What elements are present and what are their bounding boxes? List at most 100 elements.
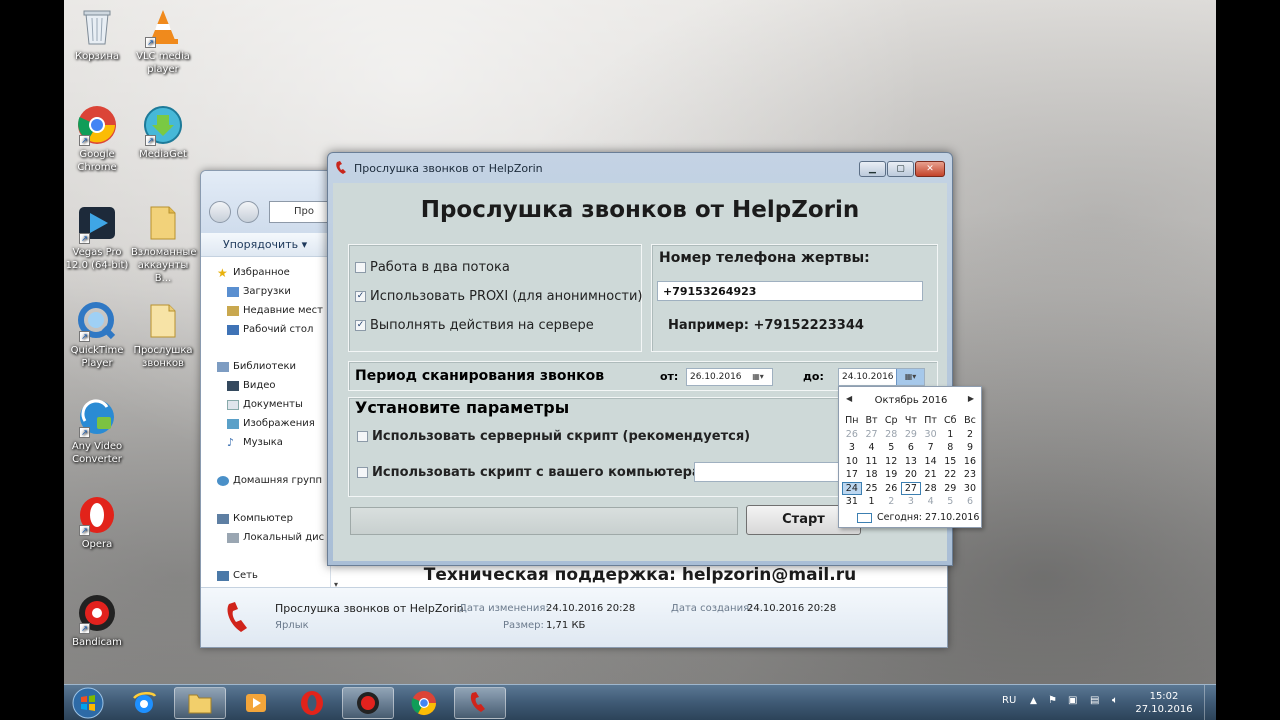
taskbar-explorer[interactable] <box>174 687 226 719</box>
calendar-day[interactable]: 19 <box>881 468 901 482</box>
taskbar-bandicam[interactable] <box>342 687 394 719</box>
maximize-button[interactable]: ▢ <box>887 161 914 177</box>
calendar-day[interactable]: 4 <box>921 495 941 509</box>
start-orb-button[interactable] <box>66 687 110 719</box>
period-to-datepicker[interactable]: 24.10.2016 ▦▾ <box>838 368 925 386</box>
calendar-day[interactable]: 6 <box>901 441 921 455</box>
sidebar-item-computer[interactable]: Компьютер <box>217 513 293 524</box>
calendar-day[interactable]: 15 <box>940 455 960 469</box>
calendar-day[interactable]: 3 <box>901 495 921 509</box>
two-threads-checkbox[interactable]: Работа в два потока <box>355 260 510 275</box>
calendar-day[interactable]: 1 <box>862 495 882 509</box>
sidebar-item-desktop[interactable]: Рабочий стол <box>227 324 313 335</box>
calendar-day[interactable]: 5 <box>940 495 960 509</box>
calendar-day[interactable]: 22 <box>940 468 960 482</box>
desktop-icon-mediaget[interactable]: ↗ MediaGet <box>131 104 195 161</box>
calendar-day[interactable]: 18 <box>862 468 882 482</box>
calendar-day[interactable]: 17 <box>842 468 862 482</box>
sidebar-item-images[interactable]: Изображения <box>227 418 315 429</box>
desktop-icon-chrome[interactable]: ↗ Google Chrome <box>65 104 129 174</box>
desktop-icon-recycle-bin[interactable]: Корзина <box>65 6 129 63</box>
calendar-day[interactable]: 26 <box>842 428 862 442</box>
sidebar-item-downloads[interactable]: Загрузки <box>227 286 291 297</box>
calendar-day[interactable]: 7 <box>921 441 941 455</box>
calendar-day[interactable]: 3 <box>842 441 862 455</box>
sidebar-item-favorites[interactable]: ★ Избранное <box>217 267 290 279</box>
desktop-icon-folder-wiretap[interactable]: Прослушка звонков <box>131 300 195 370</box>
calendar-day[interactable]: 30 <box>960 482 980 496</box>
close-button[interactable]: ✕ <box>915 161 945 177</box>
calendar-day[interactable]: 1 <box>940 428 960 442</box>
desktop-icon-anyvideo[interactable]: ↗ Any Video Converter <box>65 396 129 466</box>
local-script-checkbox[interactable]: Использовать скрипт с вашего компьютера <box>357 465 701 480</box>
calendar-day[interactable]: 16 <box>960 455 980 469</box>
desktop-icon-vegas[interactable]: ↗ Vegas Pro 12.0 (64-bit) <box>65 202 129 272</box>
calendar-day[interactable]: 27 <box>862 428 882 442</box>
calendar-day[interactable]: 27 <box>901 481 921 495</box>
taskbar-opera[interactable] <box>286 687 338 719</box>
calendar-day[interactable]: 2 <box>960 428 980 442</box>
network-icon[interactable]: ▤ <box>1090 695 1099 706</box>
calendar-day[interactable]: 6 <box>960 495 980 509</box>
calendar-day[interactable]: 20 <box>901 468 921 482</box>
calendar-day[interactable]: 11 <box>862 455 882 469</box>
forward-button[interactable] <box>236 201 259 223</box>
taskbar-media-player[interactable] <box>230 687 282 719</box>
calendar-today-link[interactable]: Сегодня: 27.10.2016 <box>857 512 979 523</box>
calendar-day[interactable]: 24 <box>842 481 862 495</box>
desktop-icon-folder-accounts[interactable]: Взломанные аккаунты В... <box>131 202 196 285</box>
use-proxy-checkbox[interactable]: ✓ Использовать PROXI (для анонимности) <box>355 289 643 304</box>
language-indicator[interactable]: RU <box>1002 695 1016 706</box>
sidebar-item-recent[interactable]: Недавние мест <box>227 305 323 316</box>
sidebar-item-network[interactable]: Сеть <box>217 570 258 581</box>
calendar-day[interactable]: 28 <box>921 482 941 496</box>
system-clock[interactable]: 15:02 27.10.2016 <box>1132 690 1196 716</box>
calendar-day[interactable]: 26 <box>881 482 901 496</box>
calendar-day[interactable]: 29 <box>940 482 960 496</box>
chevron-down-icon[interactable]: ▾ <box>334 580 338 589</box>
calendar-day[interactable]: 30 <box>921 428 941 442</box>
calendar-day[interactable]: 31 <box>842 495 862 509</box>
calendar-day[interactable]: 8 <box>940 441 960 455</box>
desktop-icon-vlc[interactable]: ↗ VLC media player <box>131 6 195 76</box>
server-script-checkbox[interactable]: Использовать серверный скрипт (рекоменду… <box>357 429 750 444</box>
show-desktop-button[interactable] <box>1204 685 1216 720</box>
calendar-day[interactable]: 12 <box>881 455 901 469</box>
calendar-day[interactable]: 9 <box>960 441 980 455</box>
sidebar-item-homegroup[interactable]: Домашняя групп <box>217 475 322 486</box>
tray-expand-icon[interactable]: ▲ <box>1030 696 1037 706</box>
calendar-dropdown-icon[interactable]: ▦▾ <box>896 369 924 385</box>
tray-app-icon[interactable]: ▣ <box>1068 695 1077 706</box>
calendar-day[interactable]: 23 <box>960 468 980 482</box>
calendar-day[interactable]: 5 <box>881 441 901 455</box>
calendar-day[interactable]: 2 <box>881 495 901 509</box>
taskbar-chrome[interactable] <box>398 687 450 719</box>
action-center-flag-icon[interactable]: ⚑ <box>1048 695 1057 706</box>
back-button[interactable] <box>209 201 231 223</box>
desktop-icon-bandicam[interactable]: ↗ Bandicam <box>65 592 129 649</box>
sidebar-item-music[interactable]: ♪ Музыка <box>227 437 283 449</box>
sidebar-item-documents[interactable]: Документы <box>227 399 303 410</box>
server-actions-checkbox[interactable]: ✓ Выполнять действия на сервере <box>355 318 594 333</box>
period-from-datepicker[interactable]: 26.10.2016 ▦▾ <box>686 368 773 386</box>
calendar-dropdown-icon[interactable]: ▦▾ <box>744 369 772 385</box>
next-month-arrow-icon[interactable]: ▶ <box>968 394 974 403</box>
calendar-day[interactable]: 13 <box>901 455 921 469</box>
taskbar-wiretap-app[interactable] <box>454 687 506 719</box>
calendar-day[interactable]: 28 <box>881 428 901 442</box>
organize-button[interactable]: Упорядочить ▾ <box>201 233 331 257</box>
minimize-button[interactable]: ▁ <box>859 161 886 177</box>
calendar-day[interactable]: 25 <box>862 482 882 496</box>
calendar-day[interactable]: 10 <box>842 455 862 469</box>
desktop-icon-opera[interactable]: ↗ Opera <box>65 494 129 551</box>
calendar-day[interactable]: 14 <box>921 455 941 469</box>
calendar-month-title[interactable]: Октябрь 2016 <box>839 395 983 406</box>
phone-input[interactable]: +79153264923 <box>657 281 923 301</box>
sidebar-item-video[interactable]: Видео <box>227 380 276 391</box>
calendar-day[interactable]: 29 <box>901 428 921 442</box>
sidebar-item-localdisk[interactable]: Локальный дис <box>227 532 324 543</box>
desktop-icon-quicktime[interactable]: ↗ QuickTime Player <box>65 300 129 370</box>
taskbar-ie[interactable] <box>118 687 170 719</box>
calendar-day[interactable]: 4 <box>862 441 882 455</box>
volume-icon[interactable]: 🔈︎ <box>1112 695 1118 706</box>
